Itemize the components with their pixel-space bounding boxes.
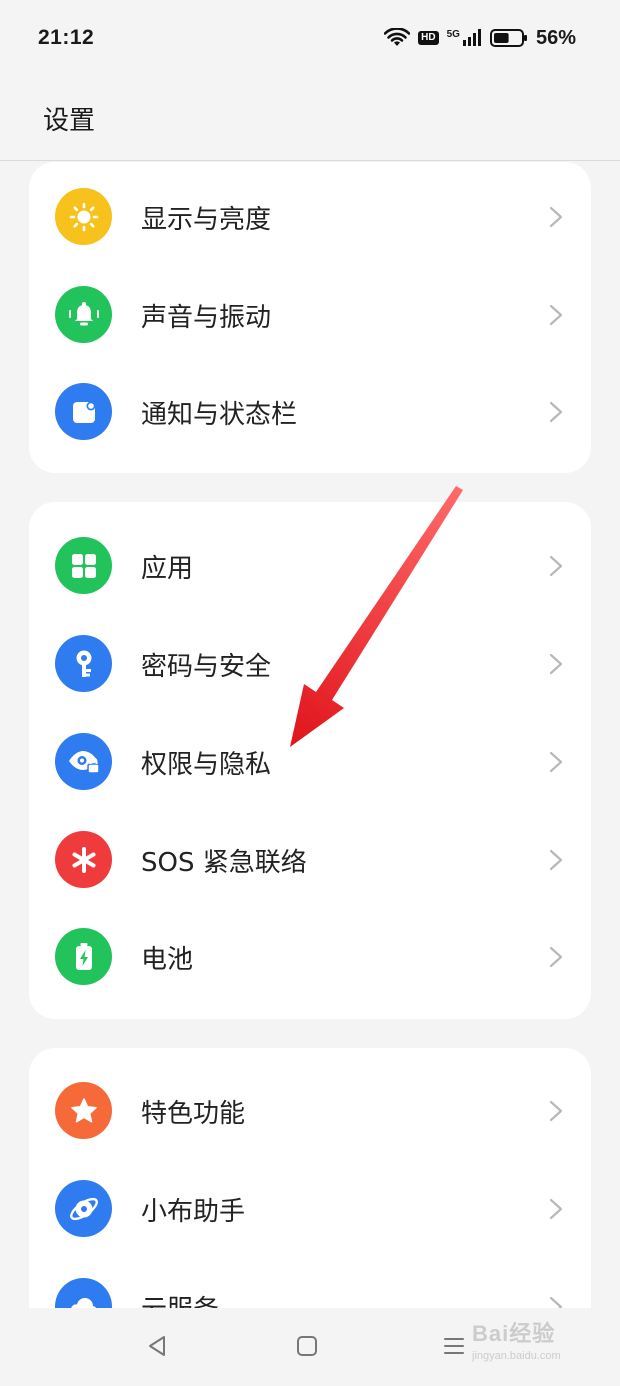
settings-item-breeno-assistant[interactable]: 小布助手 — [29, 1160, 591, 1258]
apps-grid-icon — [55, 537, 112, 594]
status-indicators: HD 5G 56% — [384, 27, 576, 50]
settings-group-apps-security: 应用 密码与安全 权限与隐私 SOS 紧急联络 电池 — [29, 502, 591, 1019]
chevron-right-icon — [549, 206, 563, 228]
chevron-right-icon — [549, 946, 563, 968]
asterisk-icon — [55, 831, 112, 888]
home-square-icon[interactable] — [295, 1334, 319, 1358]
battery-charge-icon — [55, 928, 112, 985]
settings-item-label: 通知与状态栏 — [141, 399, 298, 430]
settings-item-label: 应用 — [141, 553, 194, 584]
settings-item-label: 云服务 — [141, 1258, 219, 1309]
settings-item-display-brightness[interactable]: 显示与亮度 — [29, 168, 591, 266]
wifi-icon — [384, 28, 411, 46]
settings-item-battery[interactable]: 电池 — [29, 908, 591, 1006]
network-type: 5G — [446, 29, 460, 40]
settings-list[interactable]: 显示与亮度 声音与振动 通知与状态栏 应用 密码与安全 权限与隐私 SOS 紧急… — [0, 162, 620, 1308]
settings-item-featured-functions[interactable]: 特色功能 — [29, 1062, 591, 1160]
battery-icon — [489, 28, 528, 48]
settings-item-apps[interactable]: 应用 — [29, 517, 591, 615]
settings-item-label: 特色功能 — [141, 1098, 246, 1129]
settings-item-permissions-privacy[interactable]: 权限与隐私 — [29, 713, 591, 811]
hd-badge: HD — [418, 31, 439, 45]
cellular-signal-icon: 5G — [447, 29, 482, 47]
watermark-url: jingyan.baidu.com — [472, 1350, 561, 1362]
settings-item-label: 电池 — [141, 944, 194, 975]
settings-group-display: 显示与亮度 声音与振动 通知与状态栏 — [29, 162, 591, 473]
chevron-right-icon — [549, 1100, 563, 1122]
settings-item-label: 显示与亮度 — [141, 204, 272, 235]
settings-item-password-security[interactable]: 密码与安全 — [29, 615, 591, 713]
back-triangle-icon[interactable] — [146, 1334, 168, 1358]
settings-item-label: 权限与隐私 — [141, 749, 272, 780]
chevron-right-icon — [549, 751, 563, 773]
settings-item-label: 声音与振动 — [141, 302, 272, 333]
settings-item-sound-vibration[interactable]: 声音与振动 — [29, 266, 591, 364]
settings-item-notifications-status-bar[interactable]: 通知与状态栏 — [29, 363, 591, 461]
page-header: 设置 — [0, 76, 620, 161]
chevron-right-icon — [549, 555, 563, 577]
chevron-right-icon — [549, 1198, 563, 1220]
settings-item-label: SOS 紧急联络 — [141, 847, 307, 878]
settings-group-features: 特色功能 小布助手 云服务 — [29, 1048, 591, 1308]
status-time: 21:12 — [38, 26, 95, 49]
status-bar: 21:12 HD 5G 56% — [0, 0, 620, 76]
settings-item-cloud-service[interactable]: 云服务 — [29, 1258, 591, 1308]
chevron-right-icon — [549, 401, 563, 423]
watermark-main: Bai经验 — [472, 1321, 556, 1346]
cloud-icon — [55, 1278, 112, 1308]
key-icon — [55, 635, 112, 692]
settings-item-sos-emergency[interactable]: SOS 紧急联络 — [29, 811, 591, 909]
bell-icon — [55, 286, 112, 343]
watermark: Bai经验 jingyan.baidu.com — [472, 1316, 561, 1362]
chevron-right-icon — [549, 849, 563, 871]
page-title: 设置 — [43, 105, 96, 136]
star-icon — [55, 1082, 112, 1139]
recents-menu-icon[interactable] — [442, 1334, 466, 1358]
notification-icon — [55, 383, 112, 440]
sun-icon — [55, 188, 112, 245]
battery-percent: 56% — [535, 26, 576, 49]
settings-item-label: 小布助手 — [141, 1196, 246, 1227]
chevron-right-icon — [549, 653, 563, 675]
eye-lock-icon — [55, 733, 112, 790]
planet-icon — [55, 1180, 112, 1237]
chevron-right-icon — [549, 1296, 563, 1308]
chevron-right-icon — [549, 304, 563, 326]
settings-item-label: 密码与安全 — [141, 651, 272, 682]
